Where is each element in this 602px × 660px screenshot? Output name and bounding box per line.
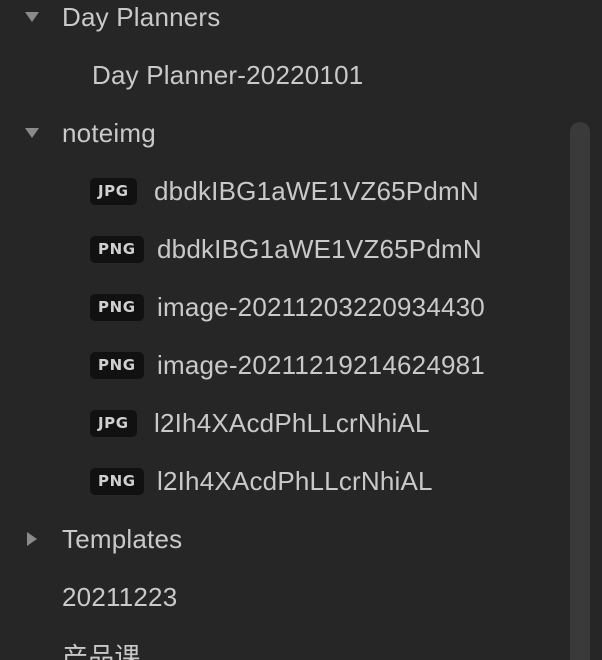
attachment-item[interactable]: JPG l2Ih4XAcdPhLLcrNhiAL bbox=[0, 398, 566, 448]
folder-label: Templates bbox=[62, 523, 183, 554]
scrollbar-thumb[interactable] bbox=[570, 122, 590, 660]
folder-templates[interactable]: Templates bbox=[0, 514, 566, 564]
attachment-label: dbdkIBG1aWE1VZ65PdmN bbox=[154, 175, 479, 206]
folder-label: noteimg bbox=[62, 117, 156, 148]
file-type-badge: PNG bbox=[90, 293, 144, 321]
folder-label: Day Planners bbox=[62, 1, 221, 32]
file-label: 20211223 bbox=[62, 581, 178, 612]
file-label: Day Planner-20220101 bbox=[92, 59, 364, 90]
file-product-course[interactable]: 产品课 bbox=[0, 630, 566, 660]
attachment-item[interactable]: PNG image-20211203220934430 bbox=[0, 282, 566, 332]
file-type-badge: PNG bbox=[90, 235, 144, 263]
vertical-scrollbar[interactable] bbox=[570, 0, 590, 660]
folder-noteimg[interactable]: noteimg bbox=[0, 108, 566, 158]
attachment-item[interactable]: PNG l2Ih4XAcdPhLLcrNhiAL bbox=[0, 456, 566, 506]
file-type-badge: PNG bbox=[90, 351, 144, 379]
attachment-label: image-20211203220934430 bbox=[157, 291, 485, 322]
file-20211223[interactable]: 20211223 bbox=[0, 572, 566, 622]
file-label: 产品课 bbox=[62, 641, 141, 660]
attachment-label: image-20211219214624981 bbox=[157, 349, 485, 380]
file-type-badge: JPG bbox=[90, 177, 137, 205]
attachment-item[interactable]: PNG dbdkIBG1aWE1VZ65PdmN bbox=[0, 224, 566, 274]
file-explorer-tree: Day Planners Day Planner-20220101 noteim… bbox=[0, 0, 566, 660]
chevron-right-icon[interactable] bbox=[23, 530, 41, 548]
file-type-badge: JPG bbox=[90, 409, 137, 437]
attachment-label: l2Ih4XAcdPhLLcrNhiAL bbox=[154, 407, 430, 438]
file-day-planner-20220101[interactable]: Day Planner-20220101 bbox=[0, 50, 566, 100]
attachment-label: dbdkIBG1aWE1VZ65PdmN bbox=[157, 233, 482, 264]
chevron-down-icon[interactable] bbox=[23, 124, 41, 142]
attachment-label: l2Ih4XAcdPhLLcrNhiAL bbox=[157, 465, 433, 496]
attachment-item[interactable]: PNG image-20211219214624981 bbox=[0, 340, 566, 390]
chevron-down-icon[interactable] bbox=[23, 8, 41, 26]
file-type-badge: PNG bbox=[90, 467, 144, 495]
folder-day-planners[interactable]: Day Planners bbox=[0, 0, 566, 42]
attachment-item[interactable]: JPG dbdkIBG1aWE1VZ65PdmN bbox=[0, 166, 566, 216]
